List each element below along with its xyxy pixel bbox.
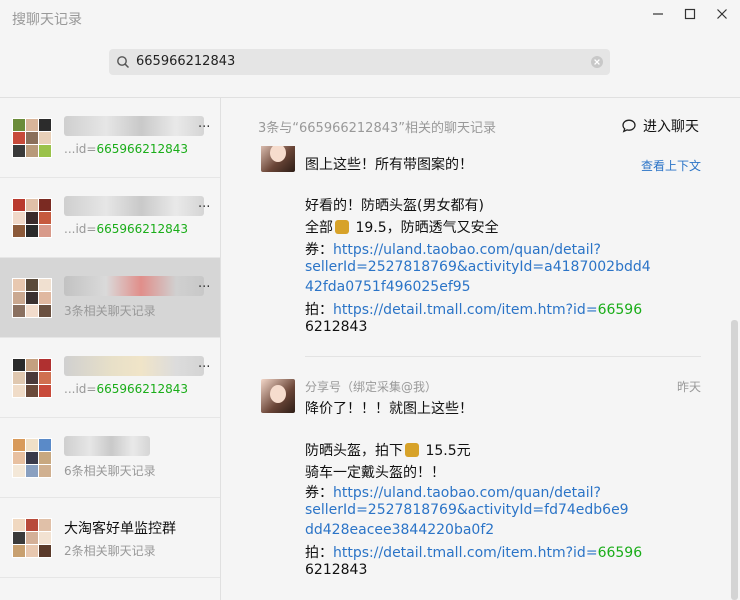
item-link[interactable]: https://detail.tmall.com/item.htm?id= bbox=[333, 302, 598, 318]
scrollbar[interactable] bbox=[731, 320, 738, 600]
conversation-snippet: 2条相关聊天记录 bbox=[64, 544, 156, 558]
redacted-name bbox=[64, 436, 150, 456]
group-avatar bbox=[12, 278, 52, 318]
minimize-button[interactable] bbox=[644, 4, 672, 24]
message-line: 拍：https://detail.tmall.com/item.htm?id=6… bbox=[305, 302, 643, 318]
message-line: 券：https://uland.taobao.com/quan/detail? bbox=[305, 242, 601, 258]
window-title: 搜聊天记录 bbox=[12, 12, 82, 28]
conversation-snippet: 6条相关聊天记录 bbox=[64, 464, 156, 478]
message-line: 防晒头盔，拍下 15.5元 bbox=[305, 443, 471, 459]
maximize-icon bbox=[684, 8, 696, 20]
redacted-name bbox=[64, 196, 204, 216]
message-line: 骑车一定戴头盔的！！ bbox=[305, 465, 445, 481]
close-button[interactable] bbox=[708, 4, 736, 24]
name-ellipsis: ... bbox=[198, 196, 211, 211]
money-bag-icon bbox=[335, 220, 349, 234]
conversation-name: 大淘客好单监控群 bbox=[64, 521, 176, 537]
group-avatar bbox=[12, 118, 52, 158]
enter-chat-button[interactable]: 进入聊天 bbox=[621, 116, 699, 136]
chat-bubble-icon bbox=[622, 119, 636, 133]
maximize-button[interactable] bbox=[676, 4, 704, 24]
title-bar: 搜聊天记录 bbox=[0, 0, 740, 36]
conversation-item[interactable]: ... ...id=665966212843 bbox=[0, 338, 220, 418]
close-icon bbox=[717, 9, 727, 19]
message-line: 好看的！防晒头盔(男女都有) bbox=[305, 198, 484, 214]
conversation-item[interactable]: 大淘客好单监控群 2条相关聊天记录 bbox=[0, 498, 220, 578]
money-bag-icon bbox=[405, 443, 419, 457]
name-ellipsis: ... bbox=[198, 116, 211, 131]
item-link-continued[interactable]: 6212843 bbox=[305, 319, 367, 335]
sender-avatar bbox=[261, 146, 295, 172]
search-input[interactable]: 665966212843 bbox=[136, 54, 235, 69]
conversation-item-selected[interactable]: ... 3条相关聊天记录 bbox=[0, 258, 220, 338]
message-line: 图上这些！所有带图案的！ bbox=[305, 157, 473, 173]
coupon-link[interactable]: https://uland.taobao.com/quan/detail? bbox=[333, 485, 601, 501]
message-line: 拍：https://detail.tmall.com/item.htm?id=6… bbox=[305, 545, 643, 561]
result-summary: 3条与“665966212843”相关的聊天记录 bbox=[258, 121, 496, 136]
view-context-link[interactable]: 查看上下文 bbox=[641, 157, 701, 174]
message-line: 券：https://uland.taobao.com/quan/detail? bbox=[305, 485, 601, 501]
conversation-item[interactable]: 6条相关聊天记录 bbox=[0, 418, 220, 498]
message-line: 全部 19.5，防晒透气又安全 bbox=[305, 220, 499, 236]
message-line: 降价了！！！就图上这些！ bbox=[305, 401, 473, 417]
conversation-snippet: ...id=665966212843 bbox=[64, 222, 189, 236]
conversation-item[interactable]: ... ...id=665966212843 bbox=[0, 178, 220, 258]
conversation-item[interactable]: ... ...id=665966212843 bbox=[0, 98, 220, 178]
group-avatar bbox=[12, 358, 52, 398]
message-results: 查看上下文 图上这些！所有带图案的！ 好看的！防晒头盔(男女都有) 全部 19.… bbox=[221, 146, 730, 600]
name-ellipsis: ... bbox=[198, 276, 211, 291]
coupon-link-continued[interactable]: 42fda0751f496025ef95 bbox=[305, 279, 471, 295]
coupon-link-continued[interactable]: dd428eacee3844220ba0f2 bbox=[305, 522, 494, 538]
group-avatar bbox=[12, 518, 52, 558]
redacted-name bbox=[64, 116, 204, 136]
coupon-link[interactable]: https://uland.taobao.com/quan/detail? bbox=[333, 242, 601, 258]
group-avatar bbox=[12, 438, 52, 478]
clear-icon[interactable] bbox=[590, 55, 604, 69]
redacted-name bbox=[64, 276, 204, 296]
conversation-snippet: ...id=665966212843 bbox=[64, 382, 189, 396]
minimize-icon bbox=[653, 13, 663, 15]
search-box[interactable]: 665966212843 bbox=[109, 49, 610, 75]
conversation-snippet: ...id=665966212843 bbox=[64, 142, 189, 156]
search-icon bbox=[117, 56, 130, 69]
sender-avatar bbox=[261, 379, 295, 413]
conversation-snippet: 3条相关聊天记录 bbox=[64, 304, 156, 318]
group-avatar bbox=[12, 198, 52, 238]
item-link-continued[interactable]: 6212843 bbox=[305, 562, 367, 578]
coupon-link-continued[interactable]: sellerId=2527818769&activityId=fd74edb6e… bbox=[305, 502, 629, 518]
enter-chat-label: 进入聊天 bbox=[643, 119, 699, 135]
conversation-list: ... ...id=665966212843 ... ...id=6659662… bbox=[0, 98, 220, 600]
item-link[interactable]: https://detail.tmall.com/item.htm?id= bbox=[333, 545, 598, 561]
message-divider bbox=[305, 356, 701, 357]
name-ellipsis: ... bbox=[198, 356, 211, 371]
sender-name: 分享号（绑定采集@我） bbox=[305, 380, 438, 394]
coupon-link-continued[interactable]: sellerId=2527818769&activityId=a4187002b… bbox=[305, 259, 651, 275]
message-time: 昨天 bbox=[676, 380, 701, 394]
redacted-name bbox=[64, 356, 204, 376]
